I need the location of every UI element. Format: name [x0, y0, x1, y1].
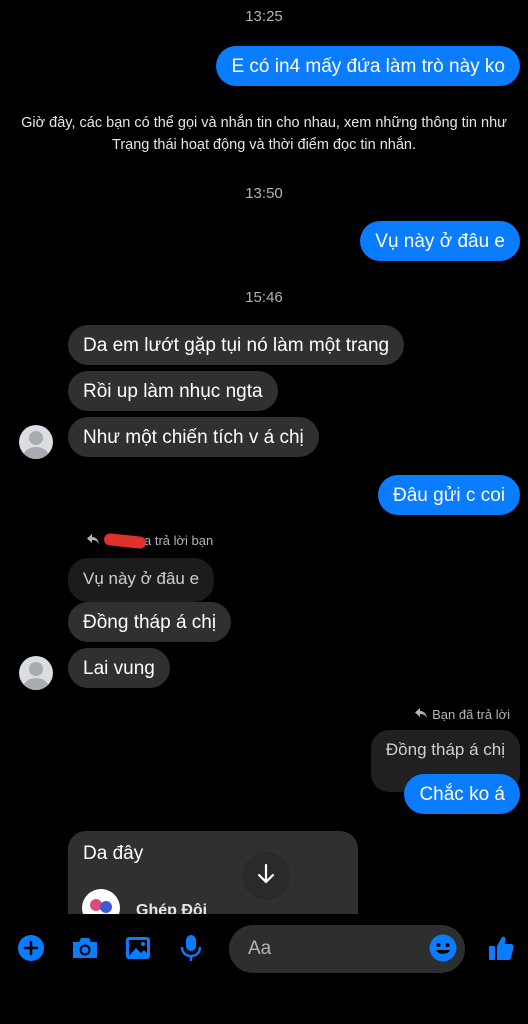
message-outgoing[interactable]: Đâu gửi c coi [378, 475, 520, 515]
camera-icon[interactable] [69, 932, 101, 964]
redaction-mark [103, 532, 147, 549]
message-input-placeholder: Aa [248, 938, 272, 959]
plus-icon[interactable] [15, 932, 47, 964]
reply-arrow-icon [86, 533, 100, 548]
message-outgoing[interactable]: E có in4 mấy đứa làm trò này ko [216, 46, 520, 86]
message-incoming[interactable]: Đồng tháp á chị [68, 602, 232, 642]
reply-indicator: Bạn đã trả lời [414, 707, 510, 722]
reply-indicator-label: Bạn đã trả lời [432, 707, 510, 722]
timestamp: 15:46 [245, 289, 283, 306]
quoted-message[interactable]: Vụ này ở đâu e [68, 558, 215, 602]
message-outgoing[interactable]: Vụ này ở đâu e [360, 221, 520, 261]
arrow-down-icon [256, 863, 276, 890]
timestamp: 13:50 [245, 185, 283, 202]
microphone-icon[interactable] [175, 932, 207, 964]
card-caption: Da đây [83, 843, 144, 864]
avatar[interactable] [19, 656, 53, 690]
system-notice: Giờ đây, các bạn có thể gọi và nhắn tin … [21, 115, 507, 153]
scroll-to-bottom-button[interactable] [242, 852, 290, 900]
reply-indicator-label: a trả lời bạn [144, 533, 214, 548]
message-incoming[interactable]: Da em lướt gặp tụi nó làm một trang [68, 325, 405, 365]
message-incoming[interactable]: Lai vung [68, 648, 170, 688]
avatar[interactable] [19, 425, 53, 459]
reply-arrow-icon [414, 707, 428, 722]
message-incoming[interactable]: Rồi up làm nhục ngta [68, 371, 278, 411]
thumbs-up-icon[interactable] [485, 932, 517, 964]
reply-indicator: a trả lời bạn [86, 532, 214, 549]
image-icon[interactable] [122, 932, 154, 964]
message-outgoing[interactable]: Chắc ko á [404, 774, 520, 814]
emoji-icon[interactable] [427, 932, 459, 964]
message-incoming[interactable]: Như một chiến tích v á chị [68, 417, 319, 457]
timestamp: 13:25 [245, 8, 283, 25]
